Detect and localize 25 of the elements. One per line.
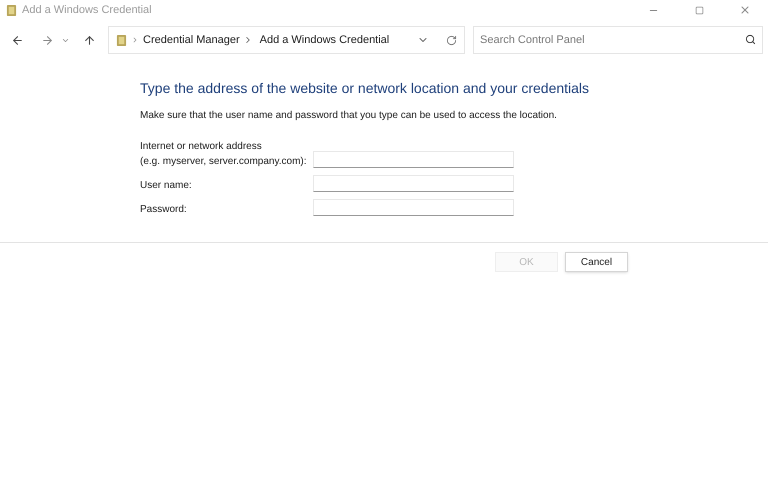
field-label: User name:: [140, 179, 193, 192]
chevron-icon: [131, 36, 139, 44]
up-arrow-icon[interactable]: [82, 34, 96, 46]
cancel-button[interactable]: Cancel: [565, 252, 628, 272]
search-icon[interactable]: [745, 34, 756, 45]
maximize-icon[interactable]: [694, 6, 704, 14]
close-icon[interactable]: [739, 4, 751, 16]
breadcrumb-item[interactable]: Credential Manager: [143, 32, 240, 48]
field-label: (e.g. myserver, server.company.com):: [140, 155, 308, 168]
field-label: Password:: [140, 203, 188, 216]
refresh-icon[interactable]: [446, 34, 457, 46]
field-label: Internet or network address: [140, 140, 263, 153]
location-icon: [116, 34, 127, 46]
app-icon: [6, 4, 17, 16]
window-title: Add a Windows Credential: [22, 2, 152, 18]
address-bar[interactable]: Credential Manager Add a Windows Credential: [108, 26, 465, 54]
input-field[interactable]: [313, 199, 514, 216]
back-arrow-icon[interactable]: [10, 34, 24, 46]
search-field[interactable]: Search Control Panel: [473, 26, 763, 54]
breadcrumb-item[interactable]: Add a Windows Credential: [260, 32, 390, 48]
input-field[interactable]: [313, 151, 514, 168]
heading: Type the address of the website or network location and your credentials: [140, 79, 590, 98]
description: Make sure that the user name and password that you type can be used to access the location.: [140, 109, 558, 123]
input-field[interactable]: [313, 175, 514, 192]
forward-arrow-icon[interactable]: [40, 34, 54, 46]
